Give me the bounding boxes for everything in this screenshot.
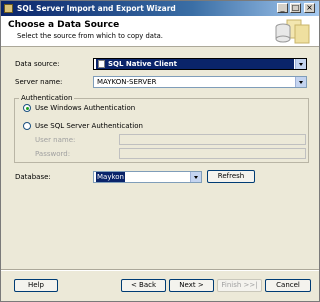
cancel-button[interactable]: Cancel xyxy=(265,279,311,292)
server-name-value: MAYKON-SERVER xyxy=(97,78,157,86)
database-label: Database: xyxy=(15,173,51,181)
sql-auth-label[interactable]: Use SQL Server Authentication xyxy=(35,121,143,131)
data-source-icon xyxy=(98,60,105,68)
data-source-value: SQL Native Client xyxy=(96,59,294,69)
user-name-label: User name: xyxy=(35,136,76,144)
finish-button[interactable]: Finish >>| xyxy=(217,279,262,292)
database-value: Maykon xyxy=(96,172,125,182)
page-subtitle: Select the source from which to copy dat… xyxy=(17,32,163,40)
windows-auth-label[interactable]: Use Windows Authentication xyxy=(35,103,135,113)
wizard-window: SQL Server Import and Export Wizard _ □ … xyxy=(0,0,320,302)
password-label: Password: xyxy=(35,150,71,158)
title-bar[interactable]: SQL Server Import and Export Wizard _ □ … xyxy=(1,1,319,16)
window-title: SQL Server Import and Export Wizard xyxy=(17,4,176,13)
windows-auth-radio[interactable] xyxy=(23,104,31,112)
close-button[interactable]: × xyxy=(304,3,315,13)
data-source-label: Data source: xyxy=(15,60,60,68)
chevron-down-icon[interactable] xyxy=(295,77,306,87)
help-button[interactable]: Help xyxy=(14,279,58,292)
refresh-button[interactable]: Refresh xyxy=(207,170,255,183)
data-source-select[interactable]: SQL Native Client xyxy=(93,58,307,70)
chevron-down-icon[interactable] xyxy=(295,59,306,69)
server-name-select[interactable]: MAYKON-SERVER xyxy=(93,76,307,88)
user-name-input[interactable] xyxy=(119,134,306,145)
authentication-group-title: Authentication xyxy=(19,93,75,103)
password-input[interactable] xyxy=(119,148,306,159)
next-button[interactable]: Next > xyxy=(169,279,214,292)
chevron-down-icon[interactable] xyxy=(190,172,201,182)
app-icon xyxy=(4,4,13,13)
wizard-header: Choose a Data Source Select the source f… xyxy=(1,16,319,47)
server-name-label: Server name: xyxy=(15,78,63,86)
sql-auth-radio[interactable] xyxy=(23,122,31,130)
minimize-button[interactable]: _ xyxy=(277,3,288,13)
footer-separator xyxy=(1,269,319,271)
back-button[interactable]: < Back xyxy=(121,279,166,292)
maximize-button[interactable]: □ xyxy=(290,3,301,13)
page-title: Choose a Data Source xyxy=(8,20,120,30)
database-wizard-icon xyxy=(275,19,310,44)
database-select[interactable]: Maykon xyxy=(93,171,202,183)
